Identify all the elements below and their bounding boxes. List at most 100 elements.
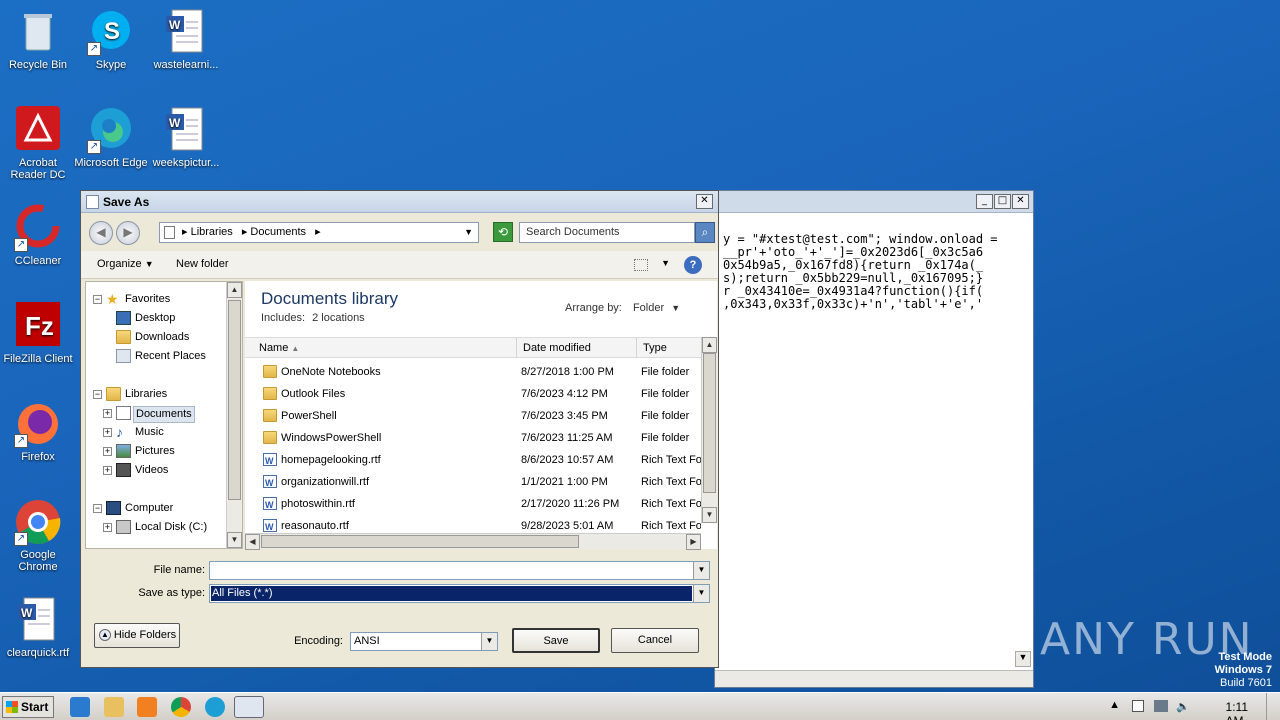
file-row[interactable]: homepagelooking.rtf 8/6/2023 10:57 AM Rich…	[245, 449, 701, 472]
file-row[interactable]: PowerShell 7/6/2023 3:45 PM File folder	[245, 405, 701, 427]
close-button[interactable]: ✕	[1012, 194, 1029, 209]
window-titlebar[interactable]: _ □ ✕	[715, 191, 1033, 213]
search-icon[interactable]: ⌕	[695, 222, 715, 243]
chevron-down-icon[interactable]: ▼	[693, 562, 709, 579]
desktop-icon-skype[interactable]: S ↗ Skype	[73, 8, 149, 71]
help-icon[interactable]: ?	[684, 256, 702, 274]
ie-icon[interactable]	[70, 697, 90, 717]
clock[interactable]: 1:11 AM	[1226, 700, 1248, 720]
scrollbar-thumb[interactable]	[261, 535, 579, 548]
desktop-icon-ccleaner[interactable]: ↗ CCleaner	[0, 204, 76, 267]
scroll-up-button[interactable]: ▲	[227, 282, 242, 298]
expand-icon[interactable]: +	[103, 447, 112, 456]
expand-icon[interactable]: +	[103, 523, 112, 532]
flag-icon[interactable]	[1132, 700, 1144, 712]
search-input[interactable]: Search Documents	[519, 222, 695, 243]
nav-item-downloads[interactable]: Downloads	[86, 328, 226, 347]
file-row[interactable]: organizationwill.rtf 1/1/2021 1:00 PM Rich…	[245, 471, 701, 494]
desktop-icon-weekspictur[interactable]: W weekspictur...	[148, 106, 224, 169]
save-button[interactable]: Save	[512, 628, 600, 653]
refresh-button[interactable]: ⟲	[493, 222, 513, 242]
filename-field[interactable]: ▼	[209, 561, 710, 580]
encoding-select[interactable]: ANSI ▼	[350, 632, 498, 651]
scroll-up-button[interactable]: ▲	[702, 337, 717, 353]
nav-item-recent-places[interactable]: Recent Places	[86, 347, 226, 366]
chevron-right-icon[interactable]: ▸	[315, 226, 321, 238]
desktop-icon-clearquick[interactable]: W clearquick.rtf	[0, 596, 76, 659]
editor-text[interactable]: y = "#xtest@test.com"; window.onload = __…	[723, 233, 998, 311]
hide-folders-button[interactable]: ▲ Hide Folders	[94, 623, 180, 648]
vertical-scrollbar[interactable]: ▲ ▼	[226, 282, 242, 548]
tray-expand-icon[interactable]: ▲	[1109, 699, 1120, 711]
volume-icon[interactable]: 🔈	[1176, 700, 1190, 713]
nav-item-computer[interactable]: − Computer	[86, 499, 226, 518]
navigation-pane[interactable]: − ★ Favorites Desktop Downloads Recent P…	[85, 281, 243, 549]
nav-item-libraries[interactable]: − Libraries	[86, 385, 226, 404]
nav-item-favorites[interactable]: − ★ Favorites	[86, 290, 226, 309]
file-row[interactable]: photoswithin.rtf 2/17/2020 11:26 PM Rich T…	[245, 493, 701, 516]
address-bar[interactable]: ▸ Libraries ▸ Documents ▸ ▼	[159, 222, 479, 243]
scroll-left-button[interactable]: ◀	[245, 534, 260, 550]
chrome-icon[interactable]	[171, 697, 191, 717]
desktop-icon-edge[interactable]: ↗ Microsoft Edge	[73, 106, 149, 169]
breadcrumb-documents[interactable]: Documents	[250, 226, 306, 238]
desktop-icon-filezilla[interactable]: Fz FileZilla Client	[0, 302, 76, 365]
nav-item-pictures[interactable]: + Pictures	[86, 442, 226, 461]
nav-item-videos[interactable]: + Videos	[86, 461, 226, 480]
collapse-icon[interactable]: −	[93, 295, 102, 304]
expand-icon[interactable]: +	[103, 409, 112, 418]
nav-item-music[interactable]: + ♪ Music	[86, 423, 226, 442]
back-button[interactable]: ◀	[89, 221, 113, 245]
column-header-date[interactable]: Date modified	[517, 338, 637, 358]
column-header-name[interactable]: Name ▲	[245, 338, 517, 358]
maximize-button[interactable]: □	[994, 194, 1011, 209]
arrange-dropdown[interactable]: Folder ▼	[633, 302, 680, 314]
explorer-icon[interactable]	[104, 697, 124, 717]
show-desktop-button[interactable]	[1266, 693, 1280, 720]
scroll-right-button[interactable]: ▶	[686, 534, 701, 550]
collapse-icon[interactable]: −	[93, 504, 102, 513]
scroll-down-button[interactable]: ▼	[702, 507, 717, 523]
desktop-icon-acrobat[interactable]: Acrobat Reader DC	[0, 106, 76, 181]
collapse-icon[interactable]: −	[93, 390, 102, 399]
chevron-down-icon[interactable]: ▼	[464, 223, 473, 242]
scroll-down-button[interactable]: ▼	[227, 532, 242, 548]
close-button[interactable]: ✕	[696, 194, 713, 209]
dialog-titlebar[interactable]: Save As ✕	[81, 191, 718, 213]
locations-link[interactable]: 2 locations	[312, 312, 365, 324]
expand-icon[interactable]: +	[103, 428, 112, 437]
chevron-down-icon[interactable]: ▼	[481, 633, 497, 650]
network-icon[interactable]	[1154, 700, 1168, 712]
file-list-pane[interactable]: Documents library Includes: 2 locations …	[245, 281, 717, 550]
start-button[interactable]: Start	[2, 696, 54, 718]
new-folder-button[interactable]: New folder	[176, 258, 229, 270]
scrollbar-thumb[interactable]	[703, 353, 716, 493]
file-row[interactable]: Outlook Files 7/6/2023 4:12 PM File folder	[245, 383, 701, 405]
file-row[interactable]: WindowsPowerShell 7/6/2023 11:25 AM File f…	[245, 427, 701, 449]
forward-button[interactable]: ▶	[116, 221, 140, 245]
column-header-type[interactable]: Type	[637, 338, 701, 358]
horizontal-scrollbar[interactable]	[715, 670, 1033, 687]
media-player-icon[interactable]	[137, 697, 157, 717]
desktop-icon-recycle-bin[interactable]: Recycle Bin	[0, 8, 76, 71]
vertical-scrollbar[interactable]: ▲ ▼	[701, 337, 717, 523]
chevron-down-icon[interactable]: ▼	[661, 258, 670, 268]
file-row[interactable]: OneNote Notebooks 8/27/2018 1:00 PM File f…	[245, 361, 701, 383]
savetype-select[interactable]: All Files (*.*) ▼	[209, 584, 710, 603]
nav-item-documents[interactable]: + Documents	[86, 404, 226, 423]
views-icon[interactable]	[634, 259, 648, 271]
chevron-down-icon[interactable]: ▼	[693, 585, 709, 602]
desktop-icon-chrome[interactable]: ↗ Google Chrome	[0, 498, 76, 573]
breadcrumb-libraries[interactable]: Libraries	[191, 226, 233, 238]
notepad-taskbar-button[interactable]	[234, 696, 264, 718]
desktop-icon-wastelearni[interactable]: W wastelearni...	[148, 8, 224, 71]
nav-item-desktop[interactable]: Desktop	[86, 309, 226, 328]
edge-icon[interactable]	[205, 697, 225, 717]
horizontal-scrollbar[interactable]: ◀ ▶	[245, 533, 701, 550]
save-as-dialog[interactable]: Save As ✕ ◀ ▶ ▸ Libraries ▸ Documents ▸ …	[80, 190, 719, 668]
nav-item-local-disk[interactable]: + Local Disk (C:)	[86, 518, 226, 537]
desktop-icon-firefox[interactable]: ↗ Firefox	[0, 400, 76, 463]
scrollbar-thumb[interactable]	[228, 300, 241, 500]
cancel-button[interactable]: Cancel	[611, 628, 699, 653]
background-editor-window[interactable]: _ □ ✕ y = "#xtest@test.com"; window.onlo…	[714, 190, 1034, 688]
